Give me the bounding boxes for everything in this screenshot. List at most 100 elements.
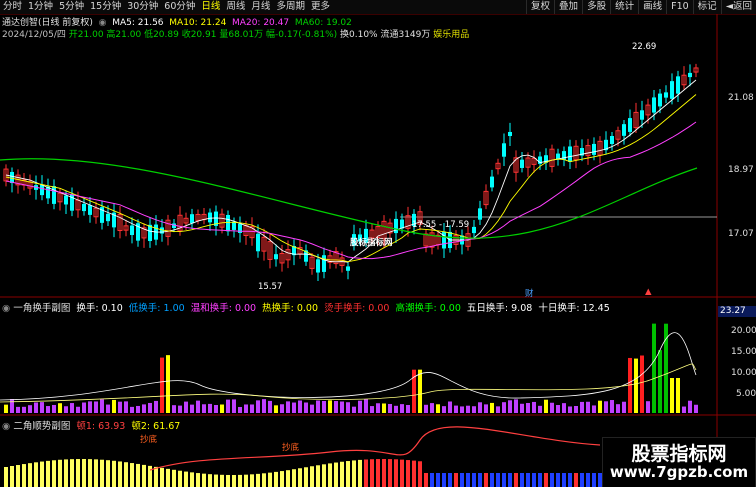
- candle-body-down: [208, 212, 212, 223]
- turnover-bar: [388, 403, 392, 413]
- turnover-avg5: [0, 332, 697, 401]
- candle-body-down: [256, 233, 260, 252]
- trend-bar: [160, 467, 164, 487]
- trend-bar: [508, 473, 512, 487]
- trend-bar: [316, 465, 320, 487]
- sub2-v2: 顿2: 61.67: [131, 421, 181, 432]
- trend-bar: [436, 473, 440, 487]
- turnover-bar: [304, 402, 308, 413]
- trend-bar: [4, 467, 8, 487]
- trend-bar: [208, 474, 212, 487]
- turnover-bar: [10, 399, 14, 413]
- turnover-bar: [340, 401, 344, 413]
- trend-bar: [370, 459, 374, 487]
- candle-body-down: [88, 205, 92, 215]
- turnover-bar: [466, 405, 470, 413]
- turnover-bar: [526, 402, 530, 413]
- watermark-title: 股票指标网: [631, 443, 727, 465]
- trend-bar: [256, 473, 260, 487]
- turnover-bar: [268, 400, 272, 413]
- ma5-line: [5, 79, 697, 263]
- turnover-bar: [568, 406, 572, 413]
- trend-bar: [226, 474, 230, 487]
- trend-bar: [232, 474, 236, 487]
- candle-body-down: [82, 203, 86, 212]
- sub1-axis-label: 20.00: [731, 326, 756, 336]
- turnover-bar: [76, 406, 80, 413]
- turnover-bar: [130, 406, 134, 413]
- turnover-bar: [166, 355, 170, 413]
- trend-bar: [346, 461, 350, 487]
- sub1-item: 温和换手: 0.00: [190, 303, 257, 314]
- turnover-bar: [370, 406, 374, 413]
- turnover-bar: [226, 399, 230, 413]
- sub1-axis-label: 15.00: [731, 347, 756, 357]
- turnover-bar: [508, 400, 512, 413]
- turnover-bar: [178, 405, 182, 413]
- turnover-bar: [634, 358, 638, 413]
- turnover-bar: [352, 406, 356, 413]
- trend-bar: [136, 463, 140, 487]
- turnover-bar: [544, 399, 548, 413]
- trend-bar: [172, 469, 176, 487]
- turnover-bar: [418, 369, 422, 413]
- turnover-bar: [496, 406, 500, 413]
- trend-bar: [466, 473, 470, 487]
- trend-bar: [550, 473, 554, 487]
- turnover-bar: [256, 400, 260, 413]
- trend-bar: [244, 474, 248, 487]
- turnover-bar: [424, 404, 428, 413]
- candle-body-down: [676, 76, 680, 94]
- candle-body-down: [688, 72, 692, 78]
- turnover-bar: [190, 404, 194, 413]
- trend-bar: [358, 459, 362, 487]
- trend-bar: [142, 464, 146, 487]
- turnover-bar: [358, 400, 362, 413]
- turnover-bar: [322, 400, 326, 413]
- trend-bar: [382, 459, 386, 487]
- candle-body-down: [622, 124, 626, 136]
- turnover-bar: [448, 401, 452, 413]
- trend-bar: [430, 473, 434, 487]
- range-marker: 17.55 - 17.59: [412, 220, 470, 230]
- trend-bar: [34, 462, 38, 487]
- trend-bar: [280, 471, 284, 487]
- candle-body-down: [490, 176, 494, 188]
- trend-bar: [562, 473, 566, 487]
- candle-body-down: [346, 266, 350, 271]
- price-axis-label: 17.07: [728, 229, 754, 239]
- turnover-bar: [124, 401, 128, 413]
- turnover-bar: [274, 405, 278, 413]
- turnover-bar: [622, 401, 626, 413]
- turnover-bar: [28, 405, 32, 413]
- trend-bar: [364, 459, 368, 487]
- trend-bar: [478, 473, 482, 487]
- price-axis-label: 18.97: [728, 165, 754, 175]
- trend-bar: [46, 460, 50, 487]
- sub1-axis-label: 10.00: [731, 368, 756, 378]
- trend-bar: [220, 474, 224, 487]
- low-marker: 15.57: [258, 282, 283, 292]
- turnover-bar: [688, 400, 692, 413]
- trend-bar: [388, 459, 392, 487]
- sub1-item: 高潮换手: 0.00: [395, 303, 461, 314]
- trend-bar: [82, 459, 86, 487]
- trend-bar: [526, 473, 530, 487]
- trend-bar: [532, 473, 536, 487]
- sub2-v1: 顿1: 63.93: [76, 421, 126, 432]
- turnover-bar: [430, 403, 434, 413]
- turnover-bar: [94, 401, 98, 413]
- turnover-bar: [292, 402, 296, 413]
- turnover-bar: [214, 405, 218, 413]
- trend-bar: [154, 466, 158, 487]
- trend-bar: [70, 459, 74, 487]
- turnover-bar: [520, 403, 524, 413]
- trend-bar: [94, 459, 98, 487]
- sub1-item: 换手: 0.10: [76, 303, 123, 314]
- candle-body-down: [670, 81, 674, 99]
- turnover-bar: [574, 406, 578, 413]
- trend-bar: [10, 466, 14, 487]
- sub2-title: 二角顺势副图: [13, 421, 71, 432]
- trend-bar: [376, 459, 380, 487]
- turnover-bar: [610, 400, 614, 413]
